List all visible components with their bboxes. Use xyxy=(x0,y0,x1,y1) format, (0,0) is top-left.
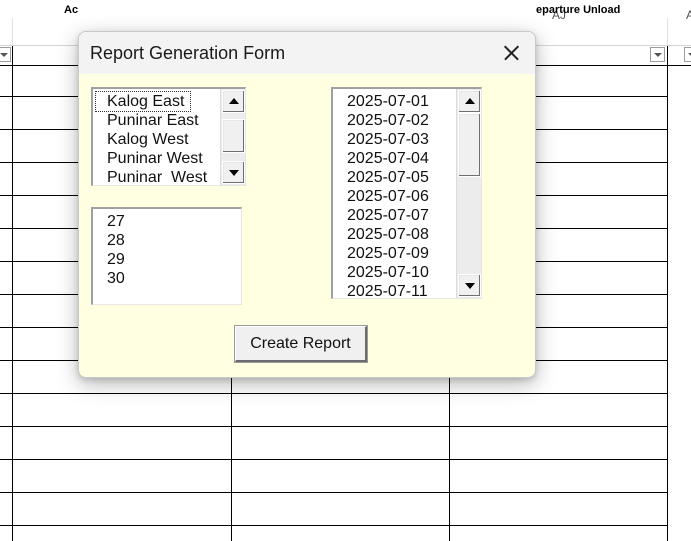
grid-line xyxy=(0,492,668,493)
filter-dropdown-button[interactable] xyxy=(0,47,11,62)
filter-dropdown-button[interactable] xyxy=(684,47,691,62)
date-list-item[interactable]: 2025-07-01 xyxy=(347,92,429,111)
grid-line xyxy=(0,393,668,394)
date-list-item[interactable]: 2025-07-07 xyxy=(347,206,429,225)
table-header-departure-unload[interactable]: eparture Unload xyxy=(536,4,620,16)
number-list-item[interactable]: 28 xyxy=(107,231,125,250)
scroll-up-arrow-icon[interactable] xyxy=(222,90,245,113)
column-letter-ak[interactable]: A xyxy=(686,8,691,22)
date-list-item[interactable]: 2025-07-04 xyxy=(347,149,429,168)
dialog-title: Report Generation Form xyxy=(90,43,286,63)
number-list-item[interactable]: 29 xyxy=(107,250,125,269)
location-list-item[interactable]: Puninar West xyxy=(107,168,207,185)
date-listbox[interactable]: 2025-07-01 2025-07-02 2025-07-03 2025-07… xyxy=(331,87,482,299)
grid-line xyxy=(0,459,668,460)
date-list-item[interactable]: 2025-07-03 xyxy=(347,130,429,149)
dialog-titlebar[interactable]: Report Generation Form xyxy=(79,32,535,74)
grid-line xyxy=(0,426,668,427)
date-list-item[interactable]: 2025-07-09 xyxy=(347,244,429,263)
date-list-item[interactable]: 2025-07-06 xyxy=(347,187,429,206)
column-divider xyxy=(12,18,13,46)
scroll-down-arrow-icon[interactable] xyxy=(222,161,245,184)
date-list-item[interactable]: 2025-07-05 xyxy=(347,168,429,187)
date-scrollbar[interactable] xyxy=(456,89,481,298)
table-header-partial[interactable]: Ac xyxy=(64,4,78,16)
column-divider xyxy=(667,18,668,46)
date-list-item[interactable]: 2025-07-08 xyxy=(347,225,429,244)
scroll-down-arrow-icon[interactable] xyxy=(458,274,481,297)
date-list-item[interactable]: 2025-07-02 xyxy=(347,111,429,130)
location-list-item[interactable]: Puninar East xyxy=(107,111,199,130)
scroll-up-arrow-icon[interactable] xyxy=(458,90,481,113)
scrollbar-thumb[interactable] xyxy=(458,113,481,177)
date-list-item[interactable]: 2025-07-10 xyxy=(347,263,429,282)
location-list-item[interactable]: Kalog West xyxy=(107,130,189,149)
location-list-item[interactable]: Puninar West xyxy=(107,149,203,168)
close-icon[interactable] xyxy=(495,38,527,68)
scrollbar-thumb[interactable] xyxy=(222,118,245,153)
filter-dropdown-button[interactable] xyxy=(650,47,665,62)
number-listbox[interactable]: 27 28 29 30 xyxy=(91,207,242,305)
date-list-item[interactable]: 2025-07-11 xyxy=(347,282,428,298)
grid-line xyxy=(0,525,668,526)
number-list-item[interactable]: 27 xyxy=(107,212,125,231)
report-generation-dialog: Report Generation Form Kalog East Punina… xyxy=(78,31,536,378)
location-list-item[interactable]: Kalog East xyxy=(94,91,192,112)
location-listbox[interactable]: Kalog East Puninar East Kalog West Punin… xyxy=(91,87,246,186)
create-report-button[interactable]: Create Report xyxy=(235,326,367,362)
number-list-item[interactable]: 30 xyxy=(107,269,125,288)
location-scrollbar[interactable] xyxy=(220,89,245,185)
